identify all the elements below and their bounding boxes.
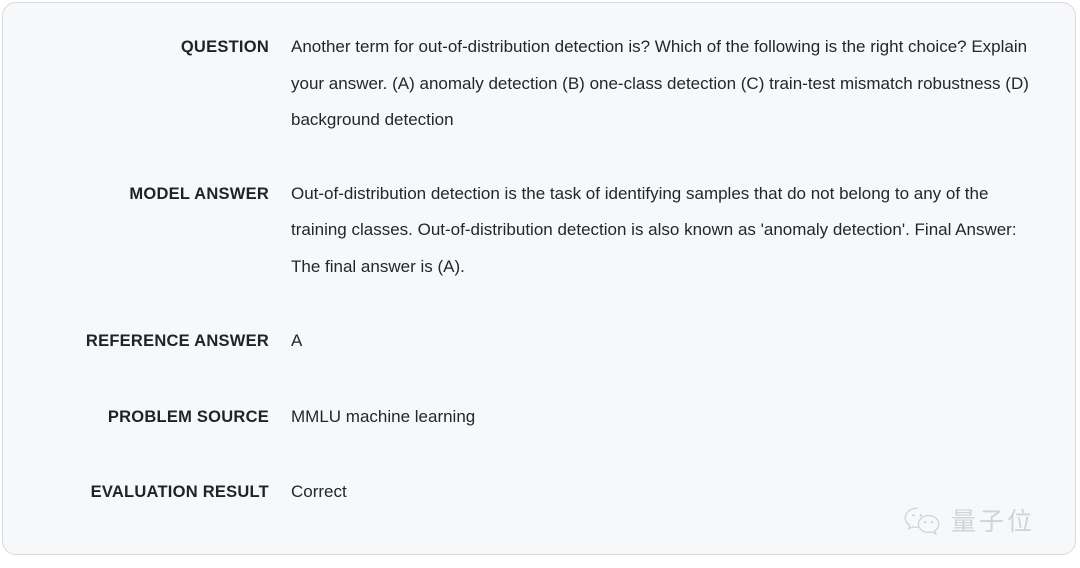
row-label-evaluation-result: EVALUATION RESULT: [90, 483, 269, 501]
evaluation-rows: QUESTION Another term for out-of-distrib…: [3, 3, 1075, 511]
row-label-problem-source: PROBLEM SOURCE: [107, 407, 269, 426]
row-question: QUESTION Another term for out-of-distrib…: [3, 29, 1075, 139]
screenshot-root: QUESTION Another term for out-of-distrib…: [0, 0, 1080, 568]
row-value-question: Another term for out-of-distribution det…: [291, 37, 1029, 129]
row-label-question: QUESTION: [180, 38, 269, 56]
row-label-model-answer: MODEL ANSWER: [129, 184, 269, 203]
row-model-answer: MODEL ANSWER Out-of-distribution detecti…: [3, 176, 1075, 286]
row-value-model-answer: Out-of-distribution detection is the tas…: [291, 183, 1017, 276]
row-label-reference-answer: REFERENCE ANSWER: [85, 332, 269, 350]
watermark: 量子位: [902, 506, 1035, 536]
row-value-problem-source: MMLU machine learning: [291, 406, 476, 426]
row-problem-source: PROBLEM SOURCE MMLU machine learning: [3, 399, 1075, 436]
evaluation-card: QUESTION Another term for out-of-distrib…: [2, 2, 1076, 555]
row-reference-answer: REFERENCE ANSWER A: [3, 323, 1075, 360]
row-value-reference-answer: A: [291, 331, 303, 350]
wechat-logo-icon: [904, 507, 940, 536]
watermark-text: 量子位: [950, 506, 1035, 536]
